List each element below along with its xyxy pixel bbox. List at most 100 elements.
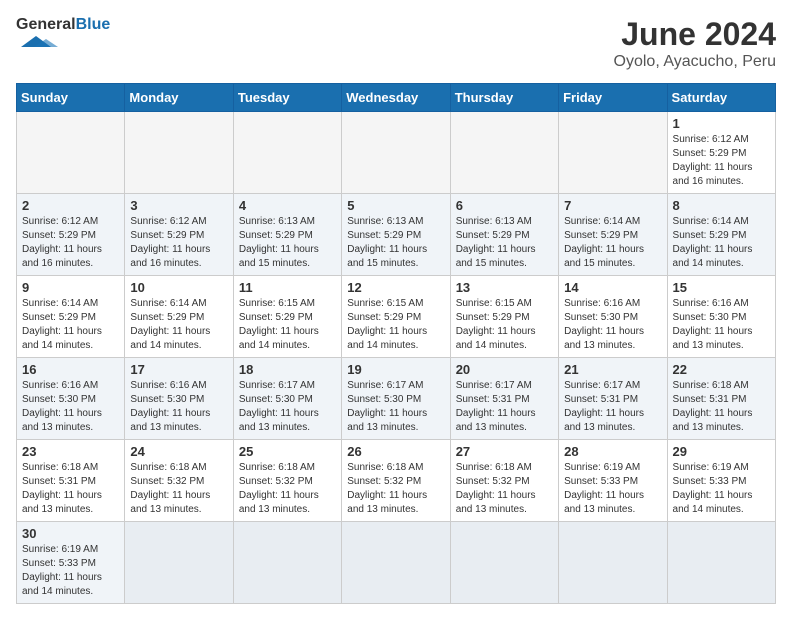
calendar-cell: 24 Sunrise: 6:18 AM Sunset: 5:32 PM Dayli…	[125, 440, 233, 522]
day-number: 30	[22, 526, 119, 541]
day-info: Sunrise: 6:18 AM Sunset: 5:31 PM Dayligh…	[673, 379, 770, 435]
calendar-cell	[450, 522, 558, 604]
day-info: Sunrise: 6:18 AM Sunset: 5:31 PM Dayligh…	[22, 461, 119, 517]
day-info: Sunrise: 6:18 AM Sunset: 5:32 PM Dayligh…	[239, 461, 336, 517]
day-info: Sunrise: 6:14 AM Sunset: 5:29 PM Dayligh…	[22, 297, 119, 353]
day-number: 4	[239, 198, 336, 213]
logo-icon: GeneralBlue	[16, 16, 110, 48]
calendar-week-row: 16 Sunrise: 6:16 AM Sunset: 5:30 PM Dayli…	[17, 358, 776, 440]
calendar-week-row: 2Sunrise: 6:12 AM Sunset: 5:29 PM Daylig…	[17, 194, 776, 276]
calendar-cell: 4 Sunrise: 6:13 AM Sunset: 5:29 PM Daylig…	[233, 194, 341, 276]
month-title: June 2024	[614, 16, 776, 53]
day-number: 8	[673, 198, 770, 213]
logo-triangle-icon	[16, 34, 76, 48]
calendar-cell	[17, 112, 125, 194]
day-number: 17	[130, 362, 227, 377]
calendar-cell: 6 Sunrise: 6:13 AM Sunset: 5:29 PM Daylig…	[450, 194, 558, 276]
day-number: 11	[239, 280, 336, 295]
day-info: Sunrise: 6:19 AM Sunset: 5:33 PM Dayligh…	[673, 461, 770, 517]
calendar-cell	[125, 522, 233, 604]
weekday-header-thursday: Thursday	[450, 84, 558, 112]
calendar-cell: 26Sunrise: 6:18 AM Sunset: 5:32 PM Dayli…	[342, 440, 450, 522]
calendar-cell: 29 Sunrise: 6:19 AM Sunset: 5:33 PM Dayli…	[667, 440, 775, 522]
day-info: Sunrise: 6:16 AM Sunset: 5:30 PM Dayligh…	[22, 379, 119, 435]
day-number: 19	[347, 362, 444, 377]
day-number: 18	[239, 362, 336, 377]
day-number: 16	[22, 362, 119, 377]
day-number: 29	[673, 444, 770, 459]
day-info: Sunrise: 6:15 AM Sunset: 5:29 PM Dayligh…	[347, 297, 444, 353]
day-number: 22	[673, 362, 770, 377]
calendar-cell: 18 Sunrise: 6:17 AM Sunset: 5:30 PM Dayli…	[233, 358, 341, 440]
calendar-cell: 17Sunrise: 6:16 AM Sunset: 5:30 PM Dayli…	[125, 358, 233, 440]
calendar-cell: 30 Sunrise: 6:19 AM Sunset: 5:33 PM Dayli…	[17, 522, 125, 604]
day-info: Sunrise: 6:16 AM Sunset: 5:30 PM Dayligh…	[673, 297, 770, 353]
calendar-cell: 7Sunrise: 6:14 AM Sunset: 5:29 PM Daylig…	[559, 194, 667, 276]
calendar-cell: 16 Sunrise: 6:16 AM Sunset: 5:30 PM Dayli…	[17, 358, 125, 440]
day-number: 25	[239, 444, 336, 459]
day-info: Sunrise: 6:12 AM Sunset: 5:29 PM Dayligh…	[22, 215, 119, 271]
day-info: Sunrise: 6:15 AM Sunset: 5:29 PM Dayligh…	[456, 297, 553, 353]
calendar-cell: 15 Sunrise: 6:16 AM Sunset: 5:30 PM Dayli…	[667, 276, 775, 358]
calendar-week-row: 30 Sunrise: 6:19 AM Sunset: 5:33 PM Dayli…	[17, 522, 776, 604]
day-number: 15	[673, 280, 770, 295]
calendar-cell: 27 Sunrise: 6:18 AM Sunset: 5:32 PM Dayli…	[450, 440, 558, 522]
day-info: Sunrise: 6:13 AM Sunset: 5:29 PM Dayligh…	[456, 215, 553, 271]
day-info: Sunrise: 6:12 AM Sunset: 5:29 PM Dayligh…	[673, 133, 770, 189]
day-info: Sunrise: 6:14 AM Sunset: 5:29 PM Dayligh…	[564, 215, 661, 271]
day-info: Sunrise: 6:17 AM Sunset: 5:30 PM Dayligh…	[347, 379, 444, 435]
calendar-cell: 8 Sunrise: 6:14 AM Sunset: 5:29 PM Daylig…	[667, 194, 775, 276]
calendar-cell: 9 Sunrise: 6:14 AM Sunset: 5:29 PM Daylig…	[17, 276, 125, 358]
day-info: Sunrise: 6:14 AM Sunset: 5:29 PM Dayligh…	[130, 297, 227, 353]
day-info: Sunrise: 6:18 AM Sunset: 5:32 PM Dayligh…	[456, 461, 553, 517]
header: GeneralBlue June 2024 Oyolo, Ayacucho, P…	[16, 16, 776, 71]
logo-container: GeneralBlue	[16, 16, 110, 48]
weekday-header-friday: Friday	[559, 84, 667, 112]
day-info: Sunrise: 6:17 AM Sunset: 5:30 PM Dayligh…	[239, 379, 336, 435]
day-info: Sunrise: 6:13 AM Sunset: 5:29 PM Dayligh…	[347, 215, 444, 271]
day-info: Sunrise: 6:12 AM Sunset: 5:29 PM Dayligh…	[130, 215, 227, 271]
day-number: 5	[347, 198, 444, 213]
calendar-cell: 28 Sunrise: 6:19 AM Sunset: 5:33 PM Dayli…	[559, 440, 667, 522]
weekday-header-monday: Monday	[125, 84, 233, 112]
calendar-week-row: 1 Sunrise: 6:12 AM Sunset: 5:29 PM Daylig…	[17, 112, 776, 194]
day-info: Sunrise: 6:19 AM Sunset: 5:33 PM Dayligh…	[22, 543, 119, 599]
day-info: Sunrise: 6:14 AM Sunset: 5:29 PM Dayligh…	[673, 215, 770, 271]
day-number: 1	[673, 116, 770, 131]
weekday-header-sunday: Sunday	[17, 84, 125, 112]
day-number: 10	[130, 280, 227, 295]
location-subtitle: Oyolo, Ayacucho, Peru	[614, 53, 776, 71]
day-number: 23	[22, 444, 119, 459]
calendar-cell	[233, 522, 341, 604]
calendar-cell: 3 Sunrise: 6:12 AM Sunset: 5:29 PM Daylig…	[125, 194, 233, 276]
day-number: 3	[130, 198, 227, 213]
day-number: 21	[564, 362, 661, 377]
logo: GeneralBlue	[16, 16, 110, 48]
calendar-cell: 1 Sunrise: 6:12 AM Sunset: 5:29 PM Daylig…	[667, 112, 775, 194]
day-info: Sunrise: 6:13 AM Sunset: 5:29 PM Dayligh…	[239, 215, 336, 271]
day-info: Sunrise: 6:19 AM Sunset: 5:33 PM Dayligh…	[564, 461, 661, 517]
calendar-cell: 13Sunrise: 6:15 AM Sunset: 5:29 PM Dayli…	[450, 276, 558, 358]
calendar-cell	[125, 112, 233, 194]
day-number: 6	[456, 198, 553, 213]
calendar-week-row: 23 Sunrise: 6:18 AM Sunset: 5:31 PM Dayli…	[17, 440, 776, 522]
weekday-header-saturday: Saturday	[667, 84, 775, 112]
calendar-cell: 21Sunrise: 6:17 AM Sunset: 5:31 PM Dayli…	[559, 358, 667, 440]
day-number: 27	[456, 444, 553, 459]
calendar-cell: 23 Sunrise: 6:18 AM Sunset: 5:31 PM Dayli…	[17, 440, 125, 522]
weekday-header-row: SundayMondayTuesdayWednesdayThursdayFrid…	[17, 84, 776, 112]
day-info: Sunrise: 6:18 AM Sunset: 5:32 PM Dayligh…	[130, 461, 227, 517]
weekday-header-tuesday: Tuesday	[233, 84, 341, 112]
calendar-cell: 22 Sunrise: 6:18 AM Sunset: 5:31 PM Dayli…	[667, 358, 775, 440]
day-number: 26	[347, 444, 444, 459]
calendar-week-row: 9 Sunrise: 6:14 AM Sunset: 5:29 PM Daylig…	[17, 276, 776, 358]
day-number: 28	[564, 444, 661, 459]
day-number: 9	[22, 280, 119, 295]
calendar-cell: 2Sunrise: 6:12 AM Sunset: 5:29 PM Daylig…	[17, 194, 125, 276]
calendar-cell	[559, 522, 667, 604]
calendar-cell: 10 Sunrise: 6:14 AM Sunset: 5:29 PM Dayli…	[125, 276, 233, 358]
weekday-header-wednesday: Wednesday	[342, 84, 450, 112]
calendar-table: SundayMondayTuesdayWednesdayThursdayFrid…	[16, 83, 776, 604]
day-number: 12	[347, 280, 444, 295]
day-number: 24	[130, 444, 227, 459]
